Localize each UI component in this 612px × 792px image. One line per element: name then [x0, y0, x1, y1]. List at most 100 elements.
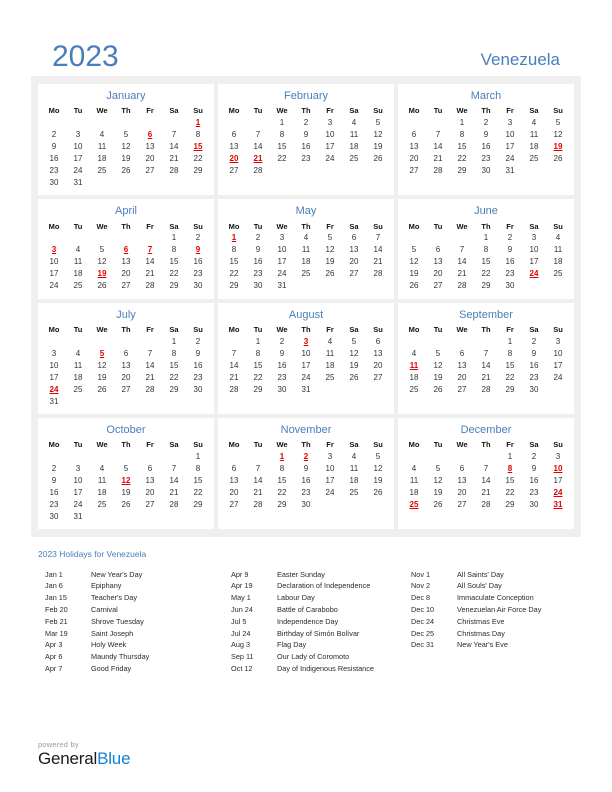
day-cell[interactable]: 14	[450, 257, 474, 269]
day-cell-holiday[interactable]: 6	[138, 129, 162, 141]
day-cell[interactable]: 1	[162, 336, 186, 348]
generalblue-logo[interactable]: GeneralBlue	[38, 750, 131, 768]
day-cell[interactable]: 4	[90, 463, 114, 475]
day-cell-holiday[interactable]: 31	[546, 499, 570, 511]
day-cell[interactable]: 16	[474, 141, 498, 153]
day-cell[interactable]: 11	[294, 245, 318, 257]
day-cell[interactable]: 25	[66, 281, 90, 293]
day-cell[interactable]: 31	[270, 281, 294, 293]
day-cell[interactable]: 22	[474, 269, 498, 281]
day-cell[interactable]: 23	[294, 487, 318, 499]
day-cell[interactable]: 21	[138, 372, 162, 384]
day-cell[interactable]: 10	[318, 129, 342, 141]
day-cell[interactable]: 25	[294, 269, 318, 281]
day-cell[interactable]: 2	[522, 336, 546, 348]
day-cell[interactable]: 21	[474, 372, 498, 384]
day-cell[interactable]: 19	[114, 487, 138, 499]
day-cell[interactable]: 2	[294, 117, 318, 129]
day-cell[interactable]: 4	[66, 245, 90, 257]
day-cell[interactable]: 16	[522, 475, 546, 487]
day-cell[interactable]: 28	[474, 384, 498, 396]
day-cell[interactable]: 24	[270, 269, 294, 281]
day-cell[interactable]: 5	[114, 129, 138, 141]
day-cell[interactable]: 4	[342, 451, 366, 463]
day-cell[interactable]: 11	[318, 348, 342, 360]
day-cell[interactable]: 26	[90, 384, 114, 396]
day-cell[interactable]: 7	[426, 129, 450, 141]
day-cell[interactable]: 4	[294, 233, 318, 245]
day-cell[interactable]: 3	[546, 451, 570, 463]
day-cell[interactable]: 9	[246, 245, 270, 257]
day-cell[interactable]: 29	[186, 499, 210, 511]
day-cell[interactable]: 12	[402, 257, 426, 269]
day-cell[interactable]: 22	[246, 372, 270, 384]
day-cell[interactable]: 18	[318, 360, 342, 372]
day-cell[interactable]: 15	[498, 360, 522, 372]
day-cell[interactable]: 14	[222, 360, 246, 372]
day-cell[interactable]: 4	[402, 463, 426, 475]
day-cell[interactable]: 2	[270, 336, 294, 348]
day-cell[interactable]: 30	[186, 384, 210, 396]
day-cell[interactable]: 27	[114, 384, 138, 396]
day-cell[interactable]: 15	[222, 257, 246, 269]
day-cell[interactable]: 16	[186, 257, 210, 269]
day-cell[interactable]: 7	[474, 463, 498, 475]
day-cell[interactable]: 18	[402, 372, 426, 384]
day-cell-holiday[interactable]: 2	[294, 451, 318, 463]
day-cell[interactable]: 21	[474, 487, 498, 499]
day-cell[interactable]: 15	[498, 475, 522, 487]
day-cell[interactable]: 4	[402, 348, 426, 360]
day-cell[interactable]: 13	[138, 475, 162, 487]
day-cell[interactable]: 26	[366, 487, 390, 499]
day-cell[interactable]: 22	[186, 153, 210, 165]
day-cell[interactable]: 1	[450, 117, 474, 129]
day-cell[interactable]: 27	[222, 165, 246, 177]
day-cell[interactable]: 21	[222, 372, 246, 384]
day-cell[interactable]: 26	[342, 372, 366, 384]
day-cell[interactable]: 16	[246, 257, 270, 269]
day-cell[interactable]: 9	[42, 141, 66, 153]
day-cell-holiday[interactable]: 19	[546, 141, 570, 153]
day-cell[interactable]: 6	[222, 463, 246, 475]
day-cell[interactable]: 30	[186, 281, 210, 293]
day-cell-holiday[interactable]: 19	[90, 269, 114, 281]
day-cell[interactable]: 6	[450, 348, 474, 360]
day-cell[interactable]: 14	[162, 141, 186, 153]
day-cell[interactable]: 2	[42, 129, 66, 141]
day-cell[interactable]: 3	[318, 117, 342, 129]
day-cell[interactable]: 15	[246, 360, 270, 372]
day-cell[interactable]: 28	[222, 384, 246, 396]
day-cell[interactable]: 29	[246, 384, 270, 396]
day-cell[interactable]: 27	[426, 281, 450, 293]
day-cell[interactable]: 24	[546, 372, 570, 384]
day-cell[interactable]: 20	[222, 487, 246, 499]
day-cell[interactable]: 16	[294, 475, 318, 487]
day-cell[interactable]: 16	[498, 257, 522, 269]
day-cell[interactable]: 28	[162, 499, 186, 511]
day-cell[interactable]: 26	[366, 153, 390, 165]
day-cell[interactable]: 8	[186, 463, 210, 475]
day-cell[interactable]: 20	[342, 257, 366, 269]
day-cell[interactable]: 8	[186, 129, 210, 141]
day-cell[interactable]: 28	[246, 165, 270, 177]
day-cell[interactable]: 14	[474, 360, 498, 372]
day-cell[interactable]: 12	[426, 475, 450, 487]
day-cell[interactable]: 18	[90, 487, 114, 499]
day-cell[interactable]: 7	[366, 233, 390, 245]
day-cell[interactable]: 19	[402, 269, 426, 281]
day-cell[interactable]: 31	[42, 396, 66, 408]
day-cell[interactable]: 13	[366, 348, 390, 360]
day-cell[interactable]: 21	[246, 487, 270, 499]
day-cell[interactable]: 21	[426, 153, 450, 165]
day-cell[interactable]: 23	[42, 499, 66, 511]
day-cell[interactable]: 4	[522, 117, 546, 129]
day-cell[interactable]: 6	[114, 348, 138, 360]
day-cell[interactable]: 4	[318, 336, 342, 348]
day-cell[interactable]: 12	[114, 141, 138, 153]
day-cell[interactable]: 20	[138, 487, 162, 499]
day-cell[interactable]: 19	[342, 360, 366, 372]
day-cell[interactable]: 22	[498, 372, 522, 384]
day-cell[interactable]: 21	[450, 269, 474, 281]
day-cell[interactable]: 14	[366, 245, 390, 257]
day-cell[interactable]: 24	[66, 165, 90, 177]
